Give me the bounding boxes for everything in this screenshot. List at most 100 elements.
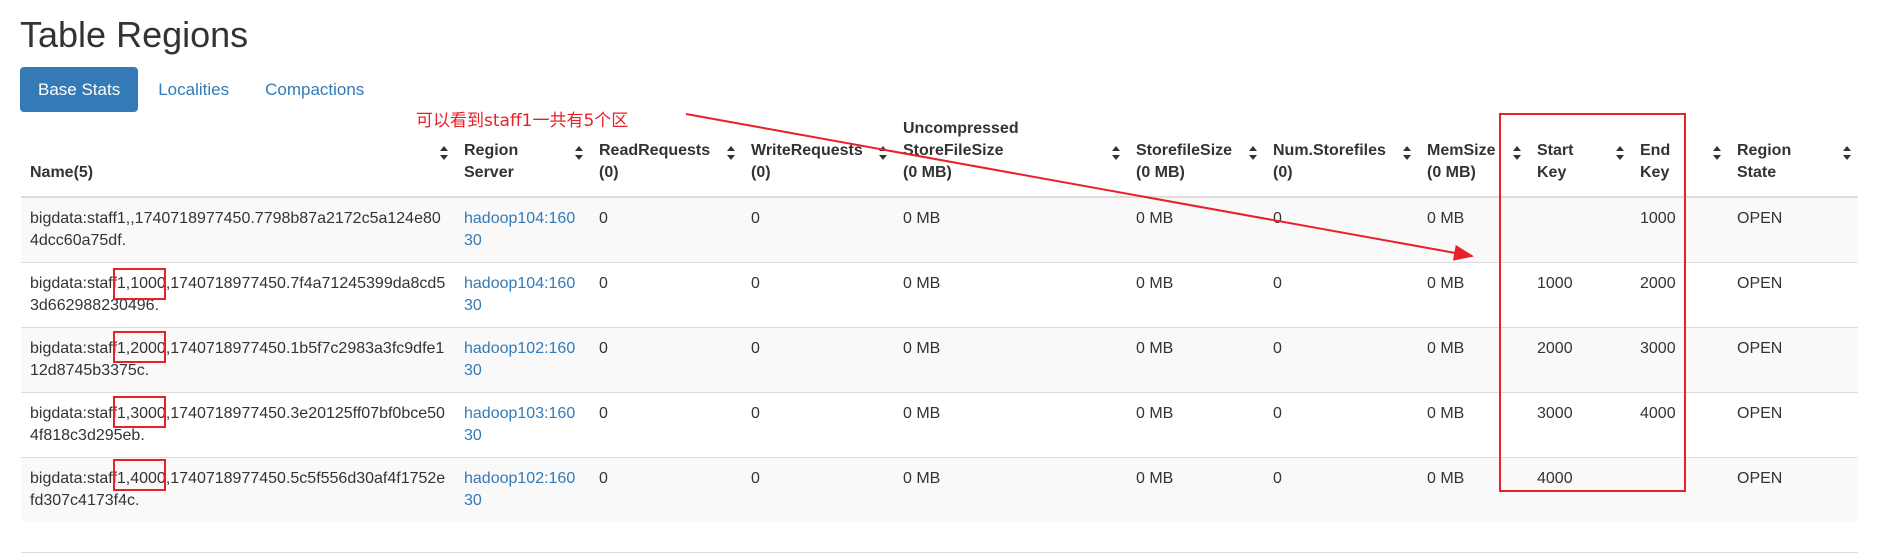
cell-region-server: hadoop104:16030 xyxy=(455,196,590,263)
header-label: Uncompressed xyxy=(903,120,1019,137)
stats-tabs: Base Stats Localities Compactions xyxy=(20,67,382,112)
cell-start-key: 1000 xyxy=(1528,262,1631,328)
header-label: Start xyxy=(1537,142,1574,159)
tab-compactions[interactable]: Compactions xyxy=(247,67,382,112)
cell-region-server: hadoop102:16030 xyxy=(455,327,590,393)
cell-num-storefiles: 0 xyxy=(1264,262,1418,328)
header-label: Num.Storefiles xyxy=(1273,142,1386,159)
cell-end-key: 2000 xyxy=(1631,262,1728,328)
header-num-storefiles[interactable]: Num.Storefiles (0) xyxy=(1264,110,1418,198)
header-label: State xyxy=(1737,164,1777,181)
sort-icon xyxy=(1842,145,1852,161)
cell-memsize: 0 MB xyxy=(1418,457,1528,522)
cell-memsize: 0 MB xyxy=(1418,327,1528,393)
header-label: (0 MB) xyxy=(903,164,952,181)
cell-storefile-size: 0 MB xyxy=(1127,392,1264,458)
cell-uncompressed-size: 0 MB xyxy=(894,457,1127,522)
cell-region-state: OPEN xyxy=(1728,196,1858,263)
header-label: Server xyxy=(464,164,514,181)
cell-write-requests: 0 xyxy=(742,196,894,263)
header-label: WriteRequests xyxy=(751,142,863,159)
region-server-link[interactable]: hadoop103:16030 xyxy=(464,405,575,444)
cell-storefile-size: 0 MB xyxy=(1127,196,1264,263)
header-uncompressed-storefilesize[interactable]: Uncompressed StoreFileSize (0 MB) xyxy=(894,110,1127,198)
table-row: bigdata:staff1,4000,1740718977450.5c5f55… xyxy=(21,457,1858,522)
header-label: StoreFileSize xyxy=(903,142,1004,159)
sort-icon xyxy=(574,145,584,161)
region-rows: bigdata:staff1,,1740718977450.7798b87a21… xyxy=(21,196,1858,522)
sort-icon xyxy=(1111,145,1121,161)
cell-region-state: OPEN xyxy=(1728,392,1858,458)
table-row: bigdata:staff1,1000,1740718977450.7f4a71… xyxy=(21,262,1858,328)
cell-write-requests: 0 xyxy=(742,457,894,522)
cell-read-requests: 0 xyxy=(590,392,742,458)
cell-region-server: hadoop104:16030 xyxy=(455,262,590,328)
header-name[interactable]: Name(5) xyxy=(21,110,455,198)
cell-num-storefiles: 0 xyxy=(1264,196,1418,263)
header-label: Key xyxy=(1537,164,1567,181)
cell-storefile-size: 0 MB xyxy=(1127,262,1264,328)
tab-base-stats[interactable]: Base Stats xyxy=(20,67,139,112)
header-start-key[interactable]: Start Key xyxy=(1528,110,1631,198)
cell-read-requests: 0 xyxy=(590,457,742,522)
sort-icon xyxy=(1248,145,1258,161)
cell-end-key: 3000 xyxy=(1631,327,1728,393)
cell-memsize: 0 MB xyxy=(1418,392,1528,458)
table-row: bigdata:staff1,2000,1740718977450.1b5f7c… xyxy=(21,327,1858,393)
cell-region-name: bigdata:staff1,4000,1740718977450.5c5f55… xyxy=(21,457,455,522)
header-region-state[interactable]: Region State xyxy=(1728,110,1858,198)
cell-region-server: hadoop103:16030 xyxy=(455,392,590,458)
cell-memsize: 0 MB xyxy=(1418,262,1528,328)
page-title: Table Regions xyxy=(20,14,249,55)
cell-read-requests: 0 xyxy=(590,327,742,393)
region-server-link[interactable]: hadoop104:16030 xyxy=(464,275,575,314)
cell-start-key: 3000 xyxy=(1528,392,1631,458)
cell-region-name: bigdata:staff1,2000,1740718977450.1b5f7c… xyxy=(21,327,455,393)
region-server-link[interactable]: hadoop102:16030 xyxy=(464,470,575,509)
header-write-requests[interactable]: WriteRequests (0) xyxy=(742,110,894,198)
cell-end-key: 4000 xyxy=(1631,392,1728,458)
cell-memsize: 0 MB xyxy=(1418,196,1528,263)
sort-icon xyxy=(1712,145,1722,161)
cell-storefile-size: 0 MB xyxy=(1127,457,1264,522)
cell-region-name: bigdata:staff1,,1740718977450.7798b87a21… xyxy=(21,196,455,263)
header-end-key[interactable]: End Key xyxy=(1631,110,1728,198)
cell-region-server: hadoop102:16030 xyxy=(455,457,590,522)
cell-num-storefiles: 0 xyxy=(1264,327,1418,393)
cell-region-name: bigdata:staff1,3000,1740718977450.3e2012… xyxy=(21,392,455,458)
header-label: (0) xyxy=(599,164,619,181)
cell-region-name: bigdata:staff1,1000,1740718977450.7f4a71… xyxy=(21,262,455,328)
header-label: (0) xyxy=(1273,164,1293,181)
table-row: bigdata:staff1,,1740718977450.7798b87a21… xyxy=(21,196,1858,263)
cell-end-key xyxy=(1631,457,1728,522)
header-label: ReadRequests xyxy=(599,142,711,159)
cell-start-key: 4000 xyxy=(1528,457,1631,522)
header-storefilesize[interactable]: StorefileSize (0 MB) xyxy=(1127,110,1264,198)
header-label: Region xyxy=(1737,142,1792,159)
cell-start-key xyxy=(1528,196,1631,263)
table-row: bigdata:staff1,3000,1740718977450.3e2012… xyxy=(21,392,1858,458)
header-label: StorefileSize xyxy=(1136,142,1233,159)
cell-start-key: 2000 xyxy=(1528,327,1631,393)
cell-read-requests: 0 xyxy=(590,196,742,263)
cell-write-requests: 0 xyxy=(742,392,894,458)
header-memsize[interactable]: MemSize (0 MB) xyxy=(1418,110,1528,198)
header-label: End xyxy=(1640,142,1671,159)
table-header-row: Name(5) Region Server ReadRequests (0) W… xyxy=(21,110,1858,198)
cell-region-state: OPEN xyxy=(1728,262,1858,328)
region-server-link[interactable]: hadoop102:16030 xyxy=(464,340,575,379)
tab-localities[interactable]: Localities xyxy=(140,67,247,112)
sort-icon xyxy=(1402,145,1412,161)
cell-uncompressed-size: 0 MB xyxy=(894,196,1127,263)
cell-num-storefiles: 0 xyxy=(1264,457,1418,522)
cell-read-requests: 0 xyxy=(590,262,742,328)
sort-icon xyxy=(726,145,736,161)
cell-storefile-size: 0 MB xyxy=(1127,327,1264,393)
cell-region-state: OPEN xyxy=(1728,327,1858,393)
annotation-text: 可以看到staff1一共有5个区 xyxy=(416,111,629,131)
cell-write-requests: 0 xyxy=(742,262,894,328)
table-regions: Name(5) Region Server ReadRequests (0) W… xyxy=(21,110,1858,522)
region-server-link[interactable]: hadoop104:16030 xyxy=(464,210,575,249)
sort-icon xyxy=(878,145,888,161)
sort-icon xyxy=(1512,145,1522,161)
